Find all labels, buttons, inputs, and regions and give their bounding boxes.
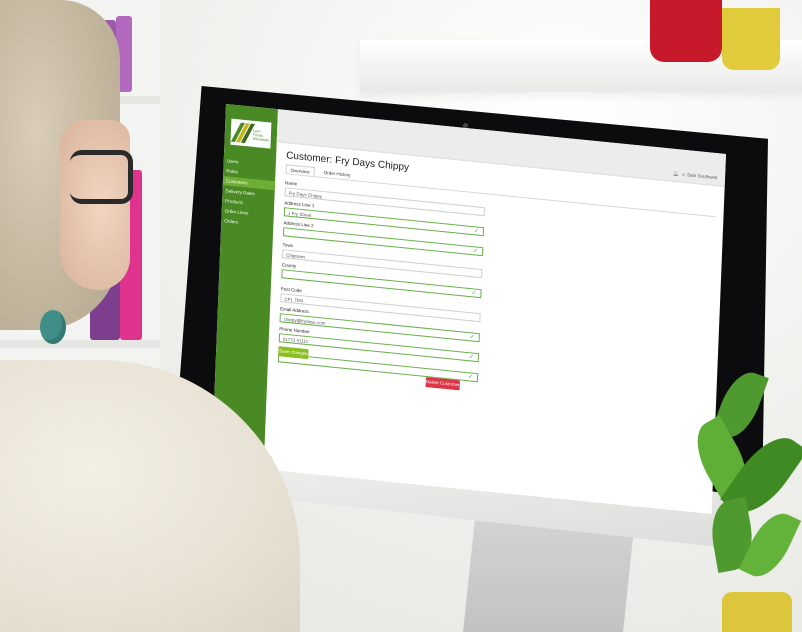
logo-text: Lyon Foods Wholesale <box>252 128 270 143</box>
county-label: County <box>281 262 297 269</box>
company-logo[interactable]: Lyon Foods Wholesale <box>230 118 272 149</box>
check-icon: ✓ <box>467 374 474 381</box>
red-vase <box>650 0 722 62</box>
plant-pot <box>722 592 792 632</box>
bell-icon[interactable]: 🔔︎ <box>673 171 679 177</box>
user-name: Sam Southwell <box>686 172 718 181</box>
earring <box>40 310 66 344</box>
phone-value: 01772 01111 <box>282 336 309 345</box>
check-icon: ✓ <box>468 354 474 361</box>
check-icon: ✓ <box>469 334 475 341</box>
monitor-screen: Lyon Foods Wholesale Users Roles Custome… <box>211 104 727 514</box>
town-label: Town <box>282 242 294 249</box>
potted-plant <box>682 360 802 632</box>
email-value: chippy@frydays.com <box>283 316 326 326</box>
check-icon: ✓ <box>471 290 477 297</box>
yellow-vase <box>722 8 780 70</box>
person-face <box>60 120 130 290</box>
name-label: Name <box>285 180 298 187</box>
delete-customer-button[interactable]: Delete Customer <box>425 377 460 391</box>
check-icon: ✓ <box>473 228 480 235</box>
post-code-label: Post Code <box>280 286 302 294</box>
shelf-board <box>0 340 160 348</box>
glasses <box>70 150 133 204</box>
user-menu[interactable]: 🔔︎ ☺ Sam Southwell <box>673 171 717 181</box>
user-icon[interactable]: ☺ <box>681 172 686 177</box>
check-icon: ✓ <box>472 248 479 255</box>
address-line-1-value: 1 Fry Street <box>287 210 312 218</box>
